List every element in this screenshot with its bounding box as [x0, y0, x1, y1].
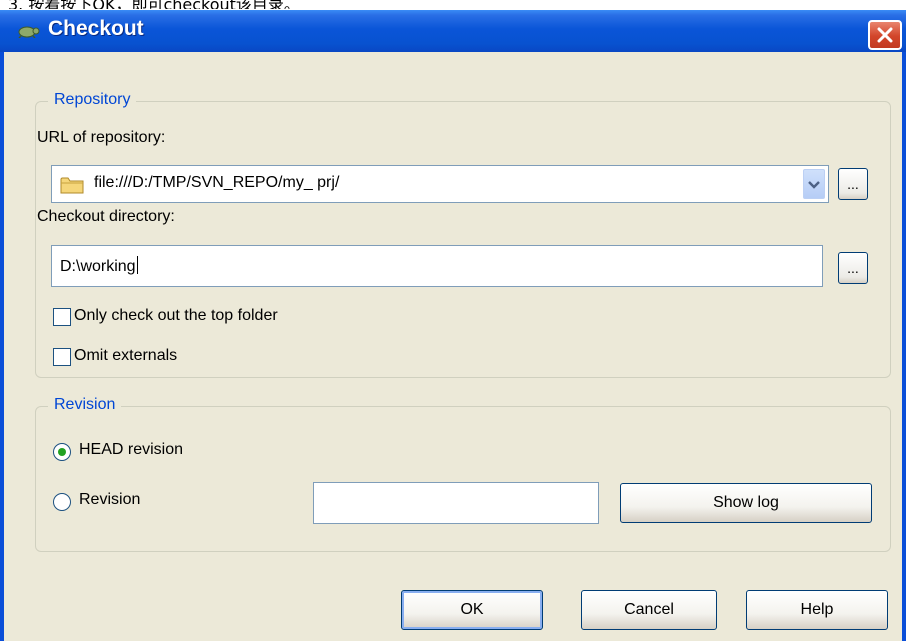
chevron-down-icon — [808, 181, 820, 189]
radio-selected-dot — [58, 448, 66, 456]
head-revision-radio[interactable] — [53, 443, 71, 461]
ok-button[interactable]: OK — [401, 590, 543, 630]
checkout-dir-input[interactable]: D:\working — [51, 245, 823, 287]
url-browse-button[interactable]: ... — [838, 168, 868, 200]
text-caret — [136, 256, 138, 274]
checkout-dialog: Checkout Repository URL of repository: f… — [0, 10, 906, 641]
window-title: Checkout — [48, 17, 144, 40]
close-icon — [877, 27, 893, 43]
help-button[interactable]: Help — [746, 590, 888, 630]
url-dropdown-button[interactable] — [803, 169, 825, 199]
checkout-dir-value: D:\working — [60, 256, 138, 275]
dialog-body: Repository URL of repository: file:///D:… — [4, 52, 902, 641]
head-revision-label[interactable]: HEAD revision — [79, 441, 183, 459]
revision-legend: Revision — [48, 396, 122, 414]
omit-externals-label[interactable]: Omit externals — [74, 347, 177, 365]
checkout-dir-label: Checkout directory: — [37, 208, 175, 225]
url-label: URL of repository: — [37, 129, 166, 146]
folder-icon — [60, 177, 84, 194]
revision-group: Revision — [35, 396, 891, 552]
close-button[interactable] — [868, 20, 902, 50]
caption-text: 3. 按着按下OK，即可checkout该目录。 — [0, 0, 906, 9]
only-top-folder-label[interactable]: Only check out the top folder — [74, 307, 278, 325]
only-top-folder-checkbox[interactable] — [53, 308, 71, 326]
show-log-button[interactable]: Show log — [620, 483, 872, 523]
revision-number-input[interactable] — [313, 482, 599, 524]
cancel-button[interactable]: Cancel — [581, 590, 717, 630]
checkout-dir-browse-button[interactable]: ... — [838, 252, 868, 284]
revision-radio[interactable] — [53, 493, 71, 511]
url-combobox[interactable]: file:///D:/TMP/SVN_REPO/my_ prj/ — [51, 165, 829, 203]
url-value: file:///D:/TMP/SVN_REPO/my_ prj/ — [94, 174, 340, 191]
title-bar[interactable]: Checkout — [0, 10, 906, 52]
tortoise-icon — [18, 26, 40, 38]
repository-legend: Repository — [48, 91, 137, 109]
revision-label[interactable]: Revision — [79, 491, 140, 509]
omit-externals-checkbox[interactable] — [53, 348, 71, 366]
